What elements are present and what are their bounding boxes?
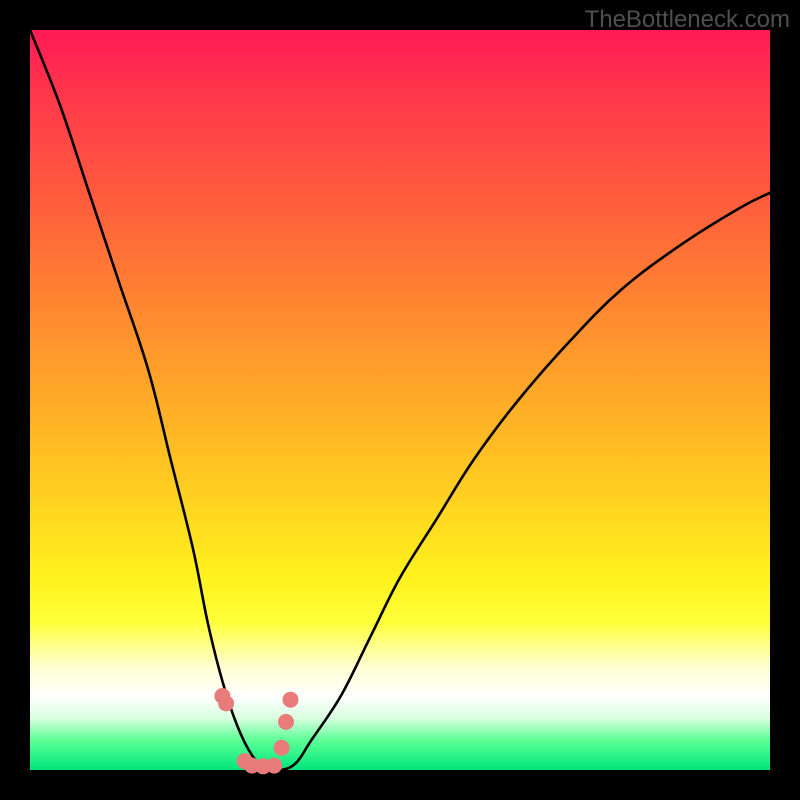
chart-frame: TheBottleneck.com bbox=[0, 0, 800, 800]
curve-markers bbox=[214, 688, 298, 774]
curve-svg bbox=[30, 30, 770, 770]
curve-marker bbox=[274, 740, 290, 756]
curve-marker bbox=[278, 714, 294, 730]
curve-marker bbox=[283, 692, 299, 708]
plot-area bbox=[30, 30, 770, 770]
curve-marker bbox=[266, 758, 282, 774]
bottleneck-curve-path bbox=[30, 30, 770, 772]
curve-marker bbox=[218, 695, 234, 711]
